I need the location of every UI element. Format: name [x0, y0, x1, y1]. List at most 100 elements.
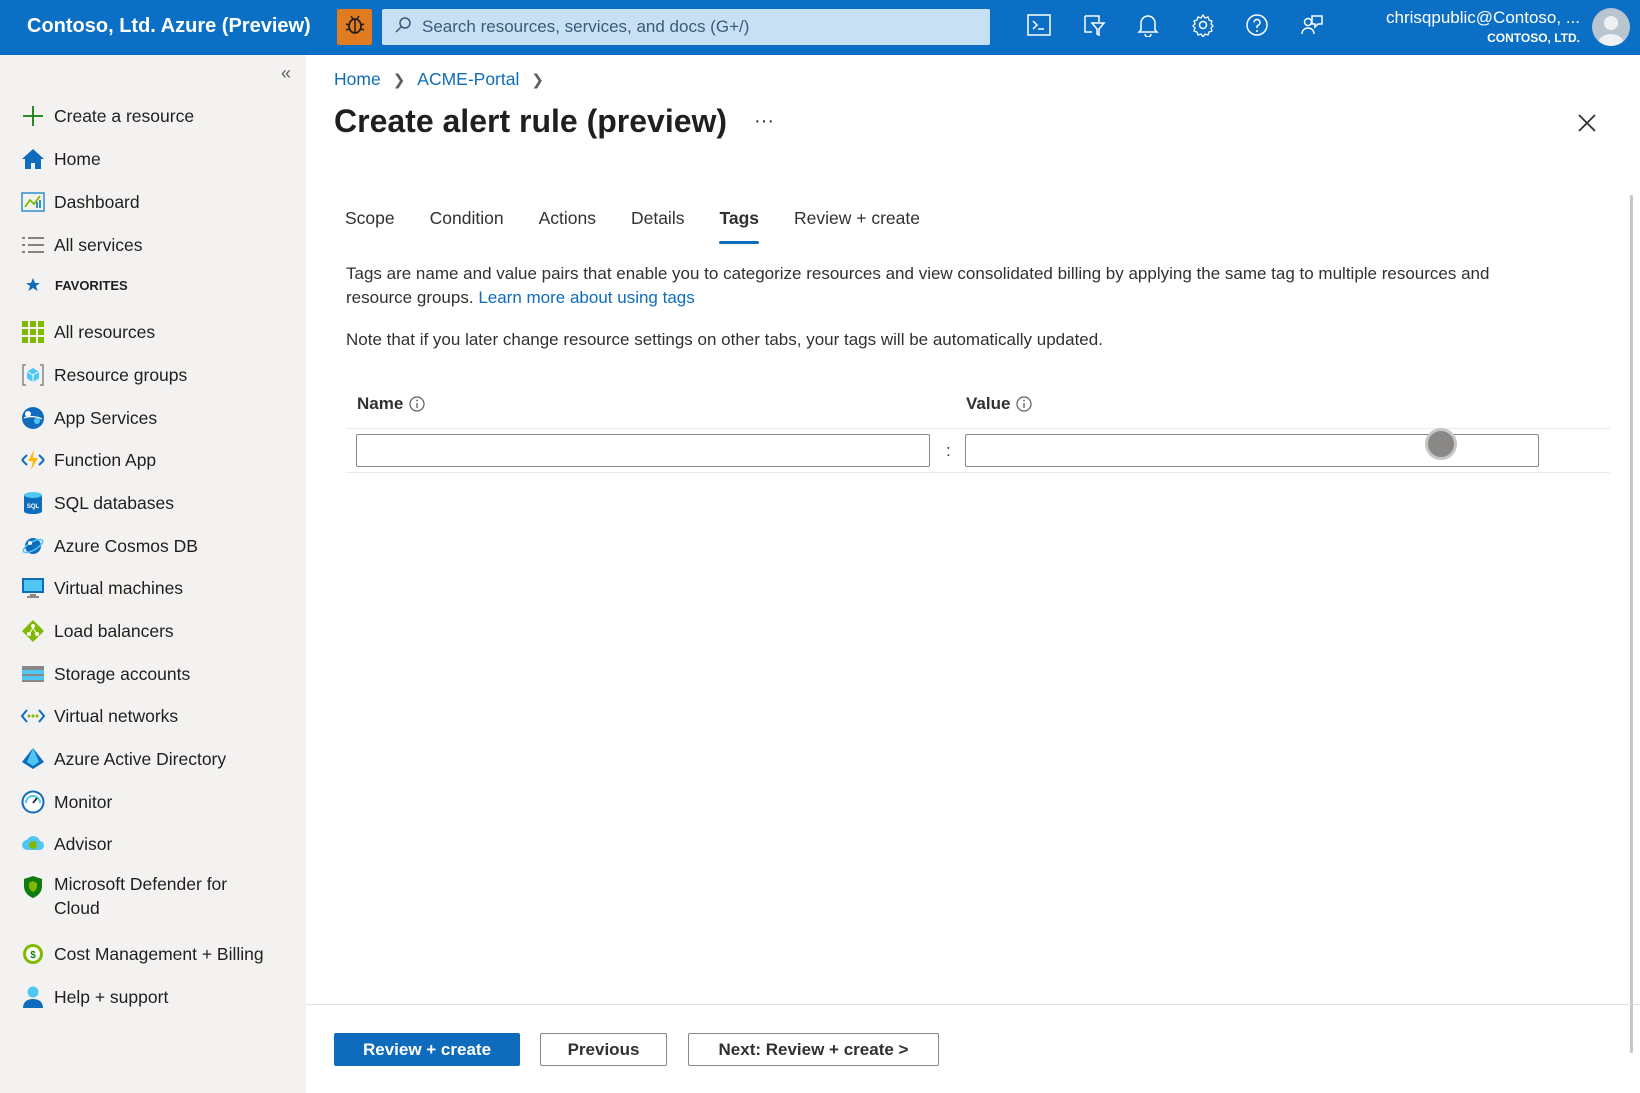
- name-value-separator: :: [946, 441, 951, 460]
- bug-button[interactable]: [337, 9, 372, 45]
- sidebar-item-app-services[interactable]: App Services: [20, 403, 157, 433]
- defender-icon: [20, 874, 46, 900]
- sidebar-item-defender[interactable]: Microsoft Defender for Cloud: [20, 872, 227, 926]
- breadcrumb-acme-portal[interactable]: ACME-Portal: [417, 69, 519, 90]
- sidebar-item-label: Load balancers: [54, 620, 174, 641]
- plus-icon: [20, 103, 46, 129]
- sidebar-item-advisor[interactable]: Advisor: [20, 829, 112, 859]
- search-input[interactable]: Search resources, services, and docs (G+…: [422, 17, 749, 37]
- value-header-label: Value: [966, 394, 1011, 413]
- sidebar-item-create-resource[interactable]: Create a resource: [20, 101, 194, 131]
- favorites-header: FAVORITES: [20, 277, 128, 293]
- sidebar-item-cosmos-db[interactable]: Azure Cosmos DB: [20, 531, 198, 561]
- breadcrumb-home[interactable]: Home: [334, 69, 381, 90]
- sidebar-item-function-app[interactable]: Function App: [20, 445, 156, 475]
- sidebar-item-monitor[interactable]: Monitor: [20, 787, 112, 817]
- sidebar-item-load-balancers[interactable]: Load balancers: [20, 616, 174, 646]
- sidebar-item-label: Virtual machines: [54, 577, 184, 598]
- account-org: CONTOSO, LTD.: [1487, 31, 1580, 45]
- sidebar-item-help-support[interactable]: Help + support: [20, 982, 168, 1012]
- sidebar-item-label: All services: [54, 234, 143, 255]
- sidebar-item-virtual-networks[interactable]: Virtual networks: [20, 701, 178, 731]
- aad-icon: [20, 746, 46, 772]
- avatar[interactable]: [1592, 8, 1630, 46]
- close-button[interactable]: [1577, 113, 1597, 138]
- wizard-tabs: Scope Condition Actions Details Tags Rev…: [345, 208, 955, 244]
- tab-tags[interactable]: Tags: [719, 208, 759, 244]
- sidebar-item-label: Create a resource: [54, 105, 195, 126]
- tags-description: Tags are name and value pairs that enabl…: [346, 262, 1546, 310]
- review-create-button[interactable]: Review + create: [334, 1033, 520, 1066]
- tab-scope[interactable]: Scope: [345, 208, 395, 244]
- settings-button[interactable]: [1188, 12, 1218, 42]
- advisor-icon: [20, 831, 46, 857]
- tab-details[interactable]: Details: [631, 208, 685, 244]
- sidebar-item-sql-databases[interactable]: SQL SQL databases: [20, 488, 174, 518]
- cloud-shell-icon: [1027, 13, 1051, 41]
- function-app-icon: [20, 447, 46, 473]
- close-icon: [1577, 114, 1597, 137]
- sidebar-item-azure-ad[interactable]: Azure Active Directory: [20, 744, 226, 774]
- cloud-shell-button[interactable]: [1024, 12, 1054, 42]
- row-divider: [346, 428, 1610, 429]
- info-icon[interactable]: [1016, 396, 1033, 412]
- pointer-indicator: [1425, 428, 1457, 460]
- account-menu[interactable]: chrisqpublic@Contoso, ... CONTOSO, LTD.: [1386, 8, 1580, 45]
- tags-note: Note that if you later change resource s…: [346, 330, 1103, 349]
- dashboard-icon: [20, 189, 46, 215]
- star-icon: [20, 277, 46, 293]
- resource-group-icon: [20, 362, 46, 388]
- sidebar-item-cost-management[interactable]: $ Cost Management + Billing: [20, 939, 264, 969]
- sidebar-item-label: Help + support: [54, 986, 169, 1007]
- tag-name-input[interactable]: [356, 434, 930, 467]
- sidebar-item-label: Function App: [54, 449, 157, 470]
- info-icon[interactable]: [409, 396, 425, 412]
- sidebar-item-storage-accounts[interactable]: Storage accounts: [20, 659, 190, 689]
- global-search[interactable]: Search resources, services, and docs (G+…: [382, 9, 990, 45]
- storage-icon: [20, 661, 46, 687]
- sidebar-item-label: Cost Management + Billing: [54, 943, 264, 964]
- collapse-sidebar-icon[interactable]: «: [281, 63, 291, 84]
- sidebar-item-label: Azure Active Directory: [54, 748, 227, 769]
- tab-condition[interactable]: Condition: [430, 208, 504, 244]
- sidebar-item-dashboard[interactable]: Dashboard: [20, 187, 140, 217]
- bug-icon: [344, 14, 366, 41]
- notifications-button[interactable]: [1133, 12, 1163, 42]
- chevron-right-icon: ❯: [531, 71, 544, 89]
- next-review-create-button[interactable]: Next: Review + create >: [688, 1033, 939, 1066]
- feedback-button[interactable]: [1297, 12, 1327, 42]
- home-icon: [20, 146, 46, 172]
- sidebar-item-virtual-machines[interactable]: Virtual machines: [20, 573, 183, 603]
- portal-brand[interactable]: Contoso, Ltd. Azure (Preview): [27, 15, 311, 38]
- search-icon: [394, 16, 412, 39]
- row-divider: [346, 472, 1610, 473]
- app-services-icon: [20, 405, 46, 431]
- help-button[interactable]: [1242, 12, 1272, 42]
- vm-icon: [20, 575, 46, 601]
- sidebar-item-home[interactable]: Home: [20, 144, 101, 174]
- learn-more-link[interactable]: Learn more about using tags: [478, 288, 694, 307]
- tab-actions[interactable]: Actions: [539, 208, 596, 244]
- page-title: Create alert rule (preview): [334, 103, 728, 139]
- tab-review-create[interactable]: Review + create: [794, 208, 920, 244]
- gear-icon: [1191, 13, 1215, 42]
- directory-filter-button[interactable]: [1079, 12, 1109, 42]
- vnet-icon: [20, 703, 46, 729]
- sidebar-item-all-resources[interactable]: All resources: [20, 317, 155, 347]
- vertical-scrollbar[interactable]: [1630, 195, 1633, 1053]
- help-icon: [1245, 13, 1269, 42]
- more-options-icon[interactable]: ···: [754, 110, 774, 133]
- help-support-icon: [20, 984, 46, 1010]
- sidebar-item-all-services[interactable]: All services: [20, 230, 143, 260]
- sidebar-item-label: App Services: [54, 407, 158, 428]
- previous-button[interactable]: Previous: [540, 1033, 667, 1066]
- monitor-icon: [20, 789, 46, 815]
- favorites-label: FAVORITES: [55, 277, 128, 293]
- sidebar-item-resource-groups[interactable]: Resource groups: [20, 360, 187, 390]
- list-icon: [20, 232, 46, 258]
- sidebar-item-label: Virtual networks: [54, 705, 179, 726]
- grid-icon: [20, 319, 46, 345]
- breadcrumb: Home ❯ ACME-Portal ❯: [334, 69, 556, 90]
- directory-filter-icon: [1082, 13, 1106, 42]
- sidebar-item-label: All resources: [54, 321, 156, 342]
